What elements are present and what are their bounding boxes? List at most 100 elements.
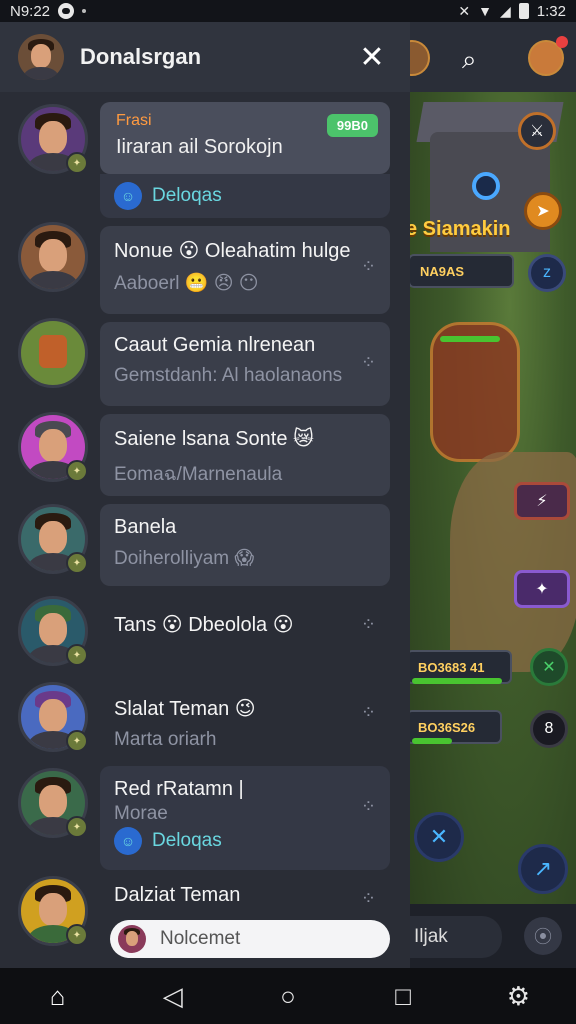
game-controller-icon[interactable]: ⚙ xyxy=(488,981,548,1012)
attachment-icon: ☺ xyxy=(114,827,142,855)
chat-row[interactable]: ✦ Saiene lsana Sonte 😿 Eomaฉ/Marnenaula xyxy=(0,410,410,502)
attachment-label: Deloqas xyxy=(152,830,222,851)
chat-name: Slalat Teman 😉 xyxy=(114,698,256,720)
discord-notification-icon xyxy=(58,3,75,19)
chat-avatar[interactable]: ✦ xyxy=(18,596,90,668)
game-chat-input[interactable]: Iljak xyxy=(410,916,502,958)
level-badge: ✦ xyxy=(66,552,88,574)
status-bar: N9:22 ✕ ▼ ◢ 1:32 xyxy=(0,0,576,22)
avatar xyxy=(118,925,146,953)
chat-message: Marta oriarh xyxy=(114,729,217,750)
chat-bubble[interactable]: Banela Doiherolliyam 😱 xyxy=(100,504,390,586)
panel-2-bar xyxy=(412,678,502,684)
home-icon[interactable]: ⌂ xyxy=(28,981,88,1012)
chat-drawer: Donalsrgan ✕ ✦ Frasi Iiraran ail Sorokoj… xyxy=(0,22,410,968)
notification-badge xyxy=(556,36,568,48)
back-triangle-icon[interactable]: ◁ xyxy=(143,981,203,1012)
chat-row[interactable]: ✦ Slalat Teman 😉 Marta oriarh ⁘ xyxy=(0,680,410,766)
chat-row[interactable]: Nonue 😮 Oleahatim hulge Aaboerl 😬 😠 😶 ⁘ xyxy=(0,222,410,318)
chat-message: Aaboerl 😬 😠 😶 xyxy=(114,273,259,294)
hero-health-bar xyxy=(440,336,500,342)
navigation-bar: ⌂ ◁ ○ □ ⚙ xyxy=(0,968,576,1024)
game-player-avatar[interactable] xyxy=(410,40,430,76)
chat-message: Morae xyxy=(114,803,168,824)
loading-dots-icon: ⁘ xyxy=(360,888,376,908)
chat-bubble[interactable]: Nonue 😮 Oleahatim hulge Aaboerl 😬 😠 😶 ⁘ xyxy=(100,226,390,314)
game-view[interactable]: ⌕ ⚔ ➤ e Siamakin NA9AS z ⚡ ✦ BO3683 41 ✕… xyxy=(410,22,576,968)
chat-row[interactable]: ✦ Tans 😮 Dbeolola 😮 ⁘ xyxy=(0,594,410,680)
level-badge: ✦ xyxy=(66,644,88,666)
chat-name: Tans 😮 Dbeolola 😮 xyxy=(114,614,294,636)
attachment[interactable]: ☺ Deloqas xyxy=(114,827,376,855)
chat-avatar[interactable] xyxy=(18,222,90,294)
drawer-title: Donalsrgan xyxy=(80,44,202,69)
z-icon[interactable]: z xyxy=(528,254,566,292)
chat-row[interactable]: Caaut Gemia nlrenean Gemstdanh: Al haola… xyxy=(0,318,410,410)
attack-skill-icon[interactable]: ⚡ xyxy=(514,482,570,520)
chat-avatar[interactable]: ✦ xyxy=(18,768,90,840)
chat-avatar[interactable]: ✦ xyxy=(18,504,90,576)
arrow-icon[interactable]: ➤ xyxy=(524,192,562,230)
chat-avatar[interactable]: ✦ xyxy=(18,876,90,948)
chat-avatar[interactable]: ✦ xyxy=(18,104,90,176)
magic-skill-icon[interactable]: ✦ xyxy=(514,570,570,608)
mute-icon: ✕ xyxy=(458,2,471,19)
loading-dots-icon: ⁘ xyxy=(360,702,376,722)
attachment-label: Deloqas xyxy=(152,185,222,206)
game-chat-text: Iljak xyxy=(414,926,448,947)
highlighted-message[interactable]: Frasi Iiraran ail Sorokojn 99B0 xyxy=(100,102,390,174)
level-badge: ✦ xyxy=(66,924,88,946)
location-pin-icon[interactable]: ⦿ xyxy=(524,917,562,955)
level-badge: ✦ xyxy=(66,152,88,174)
level-badge: ✦ xyxy=(66,816,88,838)
game-hero xyxy=(430,322,520,462)
chat-bubble[interactable]: Caaut Gemia nlrenean Gemstdanh: Al haola… xyxy=(100,322,390,406)
game-panel-1: NA9AS xyxy=(410,254,514,288)
wifi-icon: ▼ xyxy=(478,3,493,19)
chat-avatar[interactable]: ✦ xyxy=(18,682,90,754)
chat-message: Gemstdanh: Al haolanaons xyxy=(114,365,343,386)
loading-dots-icon: ⁘ xyxy=(360,614,376,634)
chat-row[interactable]: ✦ Banela Doiherolliyam 😱 xyxy=(0,502,410,594)
chat-name: Saiene lsana Sonte 😿 xyxy=(114,428,314,450)
attachment[interactable]: ☺ Deloqas xyxy=(100,174,390,218)
level-badge: ✦ xyxy=(66,730,88,752)
chat-name: Red rRatamn | xyxy=(114,778,244,800)
chat-name: Banela xyxy=(114,516,177,538)
message-input[interactable]: Nolcemet xyxy=(110,920,390,958)
search-icon[interactable]: ⌕ xyxy=(462,44,477,76)
loading-dots-icon: ⁘ xyxy=(360,256,376,276)
chat-message: Eomaฉ/Marnenaula xyxy=(114,464,283,485)
timer-icon[interactable]: 8 xyxy=(530,710,568,748)
chat-bubble[interactable]: Saiene lsana Sonte 😿 Eomaฉ/Marnenaula xyxy=(100,414,390,496)
loading-dots-icon: ⁘ xyxy=(360,352,376,372)
status-time-left: N9:22 xyxy=(10,2,51,20)
chat-avatar[interactable]: ✦ xyxy=(18,412,90,484)
status-time-right: 1:32 xyxy=(536,2,566,20)
chat-avatar[interactable] xyxy=(18,318,90,390)
chat-bubble[interactable]: Red rRatamn | Morae ☺ Deloqas ⁘ xyxy=(100,766,390,870)
signal-icon: ◢ xyxy=(500,2,511,19)
chat-bubble[interactable]: Dalziat Teman ⁘ xyxy=(100,876,390,916)
shield-icon[interactable]: ⚔ xyxy=(518,112,556,150)
heal-icon[interactable]: ✕ xyxy=(530,648,568,686)
game-top-bar: ⌕ xyxy=(410,22,576,92)
level-badge: ✦ xyxy=(66,460,88,482)
chat-bubble[interactable]: Slalat Teman 😉 Marta oriarh ⁘ xyxy=(100,684,390,760)
notification-dot-icon xyxy=(82,9,87,13)
chat-name: Dalziat Teman xyxy=(114,884,241,906)
home-circle-icon[interactable]: ○ xyxy=(258,981,318,1012)
chat-row[interactable]: ✦ Red rRatamn | Morae ☺ Deloqas ⁘ xyxy=(0,766,410,872)
chat-bubble[interactable]: Tans 😮 Dbeolola 😮 ⁘ xyxy=(100,600,390,660)
sword-skill-icon[interactable]: ✕ xyxy=(414,812,464,862)
dash-skill-icon[interactable]: ↗ xyxy=(518,844,568,894)
message-text: Iiraran ail Sorokojn xyxy=(116,136,283,158)
time-badge: 99B0 xyxy=(326,114,378,137)
close-icon[interactable]: ✕ xyxy=(352,40,392,75)
hut-eye-icon xyxy=(472,172,500,200)
recents-square-icon[interactable]: □ xyxy=(373,981,433,1012)
chat-name: Nonue 😮 Oleahatim hulge xyxy=(114,240,351,262)
avatar[interactable] xyxy=(18,34,64,80)
chat-message: Doiherolliyam 😱 xyxy=(114,548,255,569)
message-input-text: Nolcemet xyxy=(160,928,241,949)
